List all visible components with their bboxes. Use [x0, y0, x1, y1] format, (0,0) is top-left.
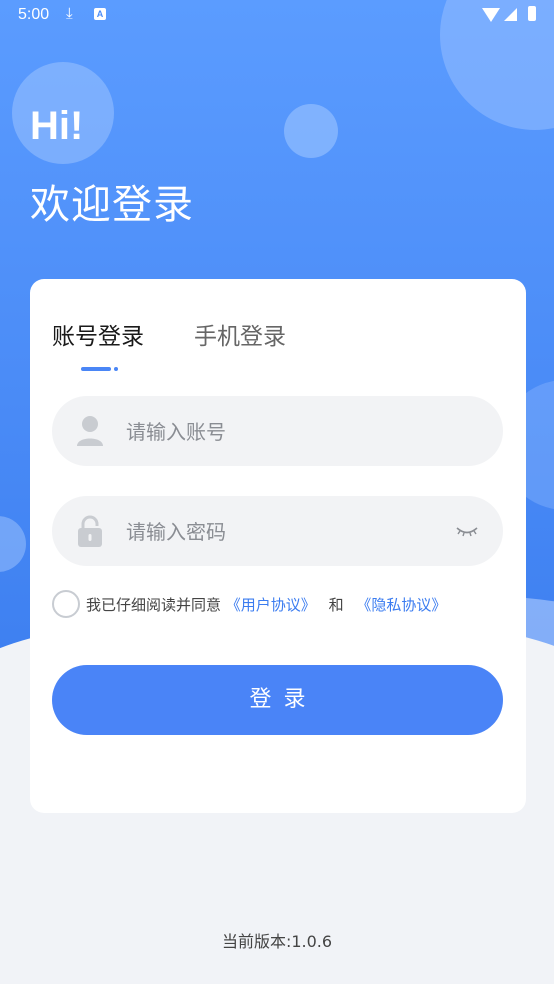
- password-input[interactable]: [124, 496, 448, 568]
- version-label: 当前版本:1.0.6: [221, 932, 333, 951]
- agreement-checkbox[interactable]: [52, 590, 80, 618]
- login-button[interactable]: 登录: [52, 665, 503, 735]
- tab-indicator-dot: [114, 367, 118, 371]
- decor-bubble: [284, 104, 338, 158]
- download-icon: ⤓: [66, 5, 73, 22]
- eye-closed-icon[interactable]: [454, 522, 480, 540]
- account-field[interactable]: [52, 396, 503, 468]
- agreement-row: 我已仔细阅读并同意 《用户协议》 和 《隐私协议》: [52, 590, 512, 618]
- privacy-policy-link[interactable]: 《隐私协议》: [356, 596, 446, 614]
- user-icon: [77, 416, 103, 446]
- status-time: 5:00: [18, 6, 50, 23]
- password-field[interactable]: [52, 496, 503, 568]
- battery-icon: [528, 6, 536, 21]
- tab-account-login[interactable]: 账号登录: [52, 317, 144, 351]
- account-input[interactable]: [124, 396, 448, 468]
- agreement-prefix: 我已仔细阅读并同意: [86, 596, 222, 614]
- login-card: 账号登录 手机登录 我已仔细阅读并同意 《用户协议》 和 《: [30, 279, 526, 813]
- welcome-title: 欢迎登录: [30, 182, 194, 228]
- lock-icon: [78, 515, 102, 547]
- tab-indicator: [81, 367, 111, 371]
- wifi-icon: [482, 8, 500, 22]
- agreement-and: 和: [328, 596, 344, 614]
- signal-icon: [504, 8, 517, 21]
- tab-phone-login[interactable]: 手机登录: [194, 317, 286, 351]
- user-agreement-link[interactable]: 《用户协议》: [226, 596, 316, 614]
- a-notification-icon: A: [94, 8, 106, 20]
- greeting: Hi!: [30, 104, 84, 148]
- agreement-text: 我已仔细阅读并同意 《用户协议》 和 《隐私协议》: [86, 594, 446, 615]
- status-bar: 5:00 ⤓ A: [0, 0, 554, 32]
- decor-bubble: [0, 516, 26, 572]
